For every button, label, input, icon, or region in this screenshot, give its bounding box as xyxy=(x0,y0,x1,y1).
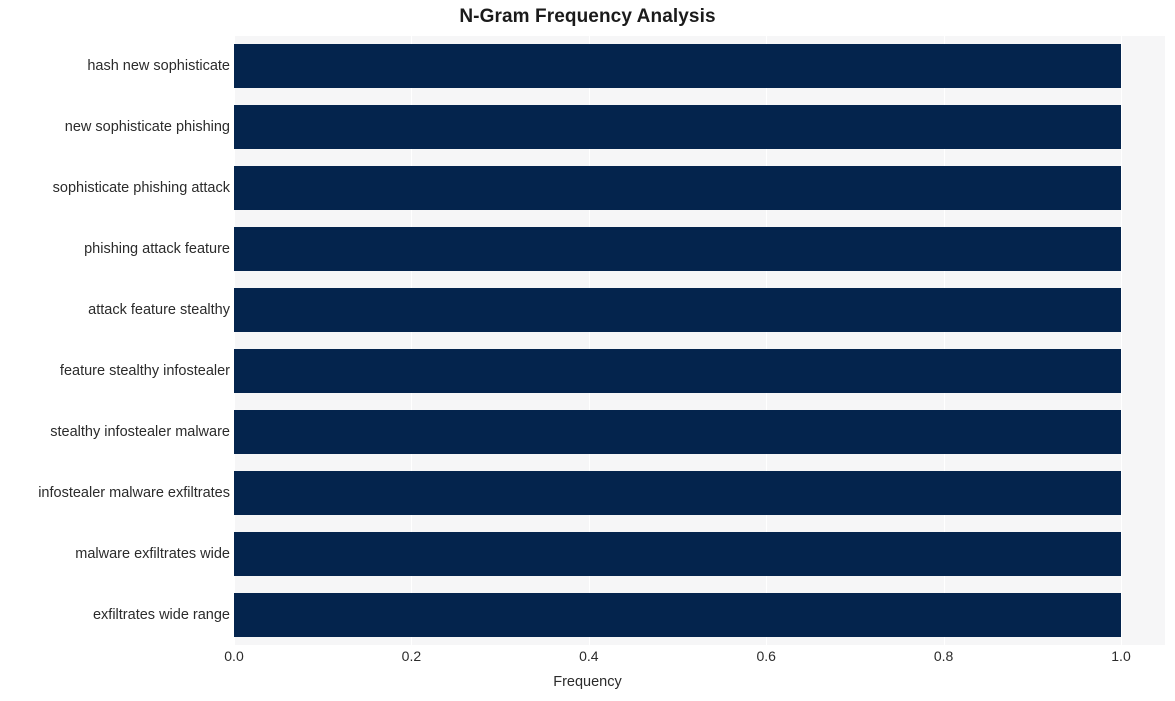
y-axis-tick-label: phishing attack feature xyxy=(84,241,230,258)
y-axis-tick-label: hash new sophisticate xyxy=(87,58,230,75)
bar[interactable] xyxy=(234,409,1121,454)
y-axis-tick-label: feature stealthy infostealer xyxy=(59,362,230,379)
x-axis-title: Frequency xyxy=(553,674,622,690)
bar[interactable] xyxy=(234,105,1121,150)
x-axis-tick-label: 1.0 xyxy=(1111,648,1131,664)
bar[interactable] xyxy=(234,531,1121,576)
x-axis-tick-label: 0.8 xyxy=(933,648,954,664)
bar[interactable] xyxy=(234,166,1121,211)
y-axis-tick-label: malware exfiltrates wide xyxy=(75,545,230,562)
bar-series xyxy=(234,36,1165,645)
x-axis-tick-label: 0.0 xyxy=(224,648,244,664)
x-axis-tick-label: 0.2 xyxy=(401,648,422,664)
y-axis-tick-label: attack feature stealthy xyxy=(88,302,230,319)
bar[interactable] xyxy=(234,227,1121,272)
x-axis-tick-labels: 0.0 0.2 0.4 0.6 0.8 1.0 xyxy=(224,648,1165,668)
x-axis-tick-label: 0.4 xyxy=(579,648,599,664)
y-axis-tick-label: infostealer malware exfiltrates xyxy=(38,484,230,501)
plot-area xyxy=(234,36,1165,645)
y-axis-tick-labels: hash new sophisticate new sophisticate ph… xyxy=(0,36,230,645)
chart-title: N-Gram Frequency Analysis xyxy=(459,6,716,27)
ngram-frequency-chart: N-Gram Frequency Analysis hash new sophi… xyxy=(0,0,1175,701)
y-axis-tick-label: exfiltrates wide range xyxy=(92,606,230,623)
bar[interactable] xyxy=(234,470,1121,515)
y-axis-tick-label: new sophisticate phishing xyxy=(64,119,230,136)
bar[interactable] xyxy=(234,592,1121,637)
bar[interactable] xyxy=(234,348,1121,393)
y-axis-tick-label: stealthy infostealer malware xyxy=(50,423,230,440)
y-axis-tick-label: sophisticate phishing attack xyxy=(52,180,230,197)
x-axis-tick-label: 0.6 xyxy=(756,648,776,664)
bar[interactable] xyxy=(234,288,1121,333)
bar[interactable] xyxy=(234,44,1121,89)
